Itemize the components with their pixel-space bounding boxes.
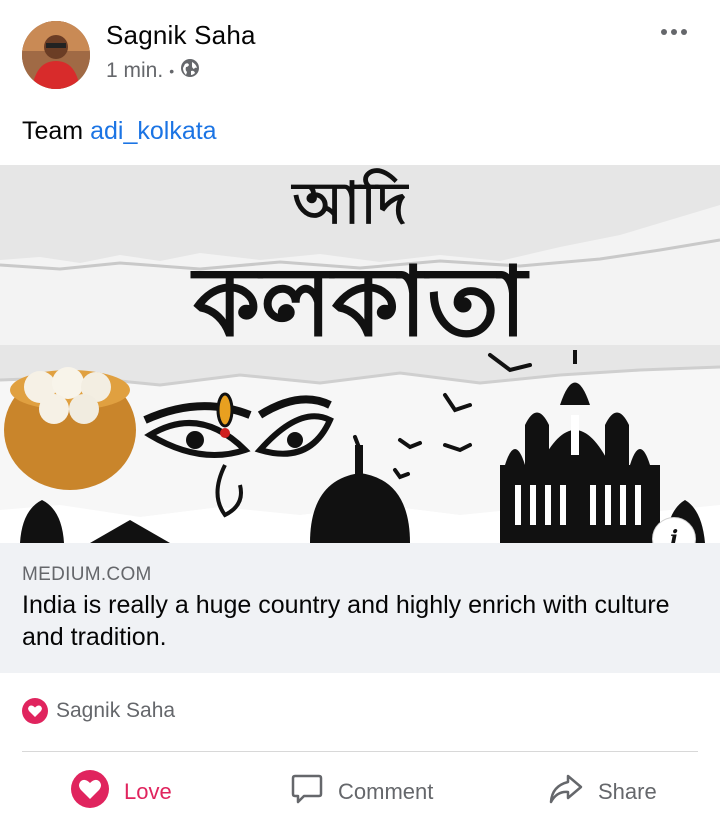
globe-icon [180,58,200,84]
reactions-summary[interactable]: Sagnik Saha [22,698,175,724]
more-options-button[interactable] [654,22,694,42]
love-reaction-icon [22,698,48,724]
image-title-top: আদি [291,168,410,237]
love-button[interactable]: Love [70,760,172,824]
divider [22,751,698,752]
love-label: Love [124,779,172,804]
comment-label: Comment [338,779,434,804]
author-name[interactable]: Sagnik Saha [106,20,256,51]
action-bar: Love Comment Share [0,760,720,824]
love-icon [70,769,110,815]
reactor-names: Sagnik Saha [56,699,176,722]
post-text-prefix: Team [22,117,91,145]
link-domain: MEDIUM.COM [22,564,152,585]
dot [671,29,677,35]
share-button[interactable]: Share [548,760,657,824]
comment-button[interactable]: Comment [290,760,433,824]
timestamp[interactable]: 1 min. [106,59,163,83]
avatar[interactable] [22,21,90,89]
post-text: Team adi_kolkata [22,117,217,146]
post-meta: 1 min. • [106,58,200,84]
dot [681,29,687,35]
separator-dot: • [169,63,175,79]
share-label: Share [598,779,657,804]
link-title[interactable]: India is really a huge country and highl… [22,589,698,653]
image-title-main: কলকাতা [190,246,530,358]
post-header: Sagnik Saha 1 min. • [0,0,720,100]
dot [661,29,667,35]
mention-link[interactable]: adi_kolkata [90,117,216,145]
share-icon [548,772,584,812]
link-preview-image[interactable]: আদি কলকাতা [0,165,720,543]
comment-icon [290,772,324,812]
